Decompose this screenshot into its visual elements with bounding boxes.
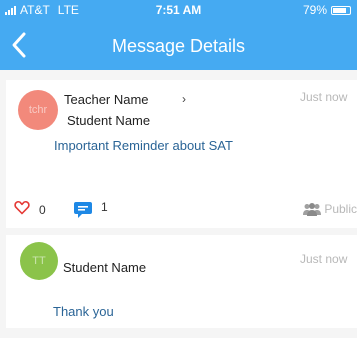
reply-sender-name[interactable]: Student Name	[63, 260, 146, 275]
status-right: 79%	[303, 3, 351, 17]
like-count: 0	[39, 203, 46, 217]
comment-count: 1	[101, 200, 108, 214]
like-button[interactable]	[14, 200, 30, 220]
recipient-name[interactable]: Student Name	[67, 113, 150, 128]
sender-name[interactable]: Teacher Name	[64, 92, 149, 107]
message-card: tchr Teacher Name › Student Name Just no…	[6, 80, 357, 228]
reply-timestamp: Just now	[300, 252, 348, 266]
group-icon	[303, 202, 322, 216]
battery-percent: 79%	[302, 3, 327, 17]
message-details-content: tchr Teacher Name › Student Name Just no…	[0, 70, 357, 338]
reply-card: TT Student Name Just now Thank you	[6, 235, 357, 328]
battery-icon	[331, 5, 351, 15]
page-title: Message Details	[111, 36, 246, 56]
message-actions: 0 1 Public	[6, 198, 357, 222]
audience-selector[interactable]: Public	[302, 202, 357, 216]
audience-label: Public	[324, 202, 357, 216]
avatar[interactable]: TT	[20, 242, 58, 280]
comment-icon	[74, 202, 92, 218]
comment-button[interactable]	[73, 200, 93, 225]
avatar[interactable]: tchr	[18, 90, 58, 130]
reply-body: Thank you	[53, 304, 114, 319]
navigation-bar: Message Details	[0, 20, 357, 70]
status-bar: AT&T LTE 7:51 AM 79%	[0, 0, 357, 20]
heart-icon	[14, 201, 30, 215]
message-body: Important Reminder about SAT	[54, 138, 233, 153]
message-timestamp: Just now	[300, 90, 348, 104]
recipient-arrow-icon: ›	[182, 92, 186, 106]
